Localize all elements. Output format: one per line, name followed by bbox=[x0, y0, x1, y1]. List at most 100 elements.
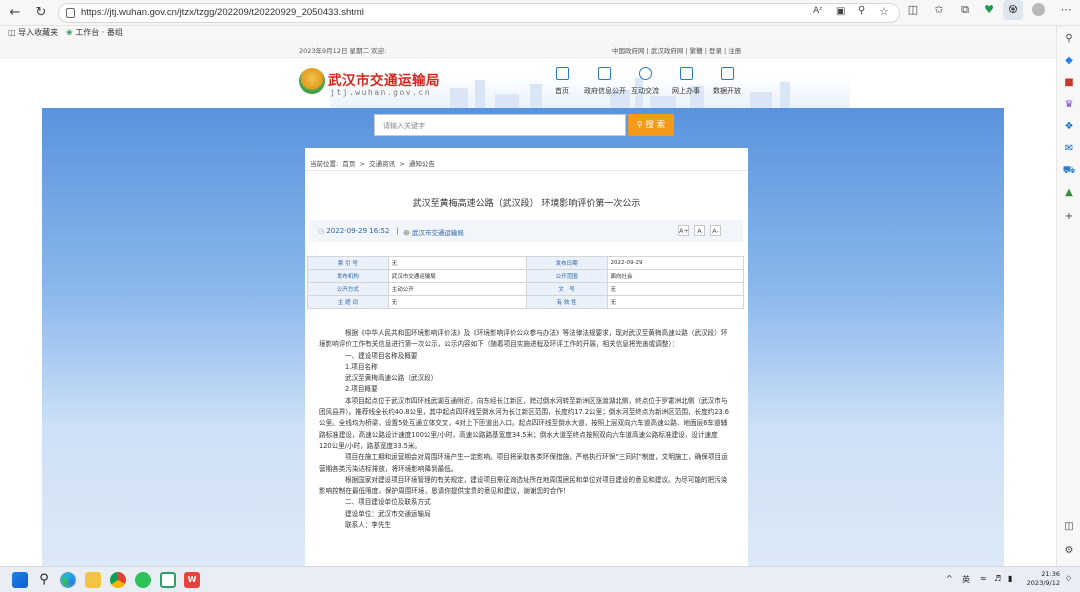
top-links[interactable]: 中国政府网 | 武汉政府网 | 繁體 | 登录 | 注册 bbox=[612, 45, 741, 55]
tray-chevron[interactable]: ^ bbox=[946, 574, 953, 583]
address-toolbar: ← ↻ https://jtj.wuhan.gov.cn/jtzx/tzgg/2… bbox=[0, 0, 1080, 26]
article-body: 根据《中华人民共和国环境影响评价法》及《环境影响评价公众参与办法》等法律法规要求… bbox=[319, 328, 729, 531]
chrome-icon[interactable] bbox=[110, 572, 126, 588]
search-icon[interactable]: ⚲ bbox=[36, 572, 52, 588]
clock-time: 21:36 bbox=[1041, 570, 1060, 578]
battery-icon[interactable]: ▮ bbox=[1008, 574, 1012, 583]
breadcrumb-notices[interactable]: 通知公告 bbox=[409, 160, 435, 168]
search-icon[interactable]: ⚲ bbox=[1062, 32, 1076, 46]
breadcrumb-home[interactable]: 首页 bbox=[342, 160, 355, 168]
leaf-icon: ❀ bbox=[66, 28, 73, 37]
edge-icon[interactable] bbox=[60, 572, 76, 588]
paragraph: 建设单位：武汉市交通运输局 bbox=[345, 509, 431, 518]
browser-essentials-icon[interactable]: ♥ bbox=[979, 0, 999, 20]
office-icon[interactable]: ❖ bbox=[1062, 120, 1076, 134]
extensions-icon[interactable]: ♼ bbox=[1003, 0, 1023, 20]
site-title[interactable]: 武汉市交通运输局 bbox=[328, 69, 440, 89]
split-screen-icon[interactable]: ◫ bbox=[903, 0, 923, 20]
data-icon bbox=[720, 67, 734, 80]
search-input[interactable]: 请输入关键字 bbox=[374, 114, 626, 136]
nav-interaction[interactable]: 互动交流 bbox=[625, 67, 665, 96]
collections-icon[interactable]: ⧉ bbox=[955, 0, 975, 20]
read-aloud-icon[interactable]: Aᶻ bbox=[813, 6, 822, 16]
file-explorer-icon[interactable] bbox=[85, 572, 101, 588]
date-greeting: 2023年9月12日 星期二 欢迎: bbox=[299, 47, 387, 55]
copilot-icon[interactable]: ◆ bbox=[1062, 54, 1076, 68]
site-domain: jtj.wuhan.gov.cn bbox=[330, 88, 432, 97]
breadcrumb-news[interactable]: 交通资讯 bbox=[369, 160, 395, 168]
nav-open-data[interactable]: 数据开放 bbox=[707, 67, 747, 96]
table-row: 索 引 号 无 发布日期 2022-09-29 bbox=[307, 256, 745, 270]
search-icon: ⚲ bbox=[636, 120, 643, 129]
browser-window: ← ↻ https://jtj.wuhan.gov.cn/jtzx/tzgg/2… bbox=[0, 0, 1080, 566]
paragraph: 二、项目建设单位及联系方式 bbox=[345, 498, 431, 507]
paragraph: 武汉至黄梅高速公路（武汉段） bbox=[345, 374, 438, 383]
font-smaller-button[interactable]: A- bbox=[710, 225, 721, 236]
add-icon[interactable]: + bbox=[1062, 210, 1076, 224]
font-larger-button[interactable]: A+ bbox=[678, 225, 689, 236]
favorites-icon[interactable]: ✩ bbox=[929, 0, 949, 20]
import-favorites-link[interactable]: ◫ 导入收藏夹 bbox=[8, 27, 58, 38]
top-info-bar: 2023年9月12日 星期二 欢迎: 中国政府网 | 武汉政府网 | 繁體 | … bbox=[0, 40, 1056, 58]
article-meta: ◷ 2022-09-29 16:52 | ☻ 武汉市交通运输局 A+ A A- bbox=[310, 220, 743, 242]
paragraph: 联系人：李先生 bbox=[345, 521, 392, 530]
info-table: 索 引 号 无 发布日期 2022-09-29 发布机构 武汉市交通运输局 公开… bbox=[307, 256, 745, 309]
lock-icon[interactable] bbox=[66, 8, 75, 18]
back-icon[interactable]: ← bbox=[6, 4, 24, 22]
publish-date: ◷ 2022-09-29 16:52 | bbox=[318, 227, 399, 235]
screenshot-tool-icon[interactable] bbox=[160, 572, 176, 588]
profile-icon[interactable] bbox=[1028, 0, 1048, 20]
notification-icon[interactable]: ◇ bbox=[1066, 574, 1071, 582]
ime-indicator[interactable]: 英 bbox=[962, 574, 970, 585]
tree-icon[interactable]: ▲ bbox=[1062, 186, 1076, 200]
paragraph: 项目在施工期和运营期会对周围环境产生一定影响。项目将采取各类环保措施，严格执行环… bbox=[319, 453, 728, 473]
paragraph: 1.项目名称 bbox=[345, 362, 378, 371]
reader-view-icon[interactable]: ▣ bbox=[836, 6, 845, 17]
home-icon bbox=[555, 67, 569, 80]
search-placeholder: 请输入关键字 bbox=[383, 122, 425, 130]
document-icon bbox=[597, 67, 611, 80]
taskbar: ⚲ W ^ 英 ≈ ♬ ▮ 21:36 2023/9/12 ◇ bbox=[0, 566, 1080, 592]
zoom-icon[interactable]: ⚲ bbox=[858, 5, 865, 16]
paragraph: 根据《中华人民共和国环境影响评价法》及《环境影响评价公众参与办法》等法律法规要求… bbox=[319, 329, 728, 349]
favorites-bar: ◫ 导入收藏夹 ❀ 工作台 · 番组 bbox=[0, 26, 1080, 40]
shopping-cart-icon[interactable]: ⛟ bbox=[1062, 164, 1076, 178]
web-page: 2023年9月12日 星期二 欢迎: 中国政府网 | 武汉政府网 | 繁體 | … bbox=[0, 40, 1056, 566]
paragraph: 本项目起点位于武汉市四环线武湖互通附近，向东经长江新区，跨过倒水河转至新洲区涨渡… bbox=[319, 396, 729, 450]
workspace-link[interactable]: ❀ 工作台 · 番组 bbox=[66, 27, 123, 38]
table-row: 主 题 词 无 有 效 性 无 bbox=[307, 295, 745, 309]
clock-date: 2023/9/12 bbox=[1026, 579, 1060, 587]
address-bar[interactable]: https://jtj.wuhan.gov.cn/jtzx/tzgg/20220… bbox=[58, 3, 900, 23]
settings-icon[interactable]: ⚙ bbox=[1062, 544, 1076, 558]
nav-online-service[interactable]: 网上办事 bbox=[666, 67, 706, 96]
table-row: 发布机构 武汉市交通运输局 公开范围 面向社会 bbox=[307, 269, 745, 283]
tools-icon[interactable]: ♛ bbox=[1062, 98, 1076, 112]
windows-start-icon[interactable] bbox=[12, 572, 28, 588]
divider bbox=[305, 170, 748, 171]
sidebar-panel-icon[interactable]: ◫ bbox=[1062, 520, 1076, 534]
user-icon: ☻ bbox=[403, 229, 410, 237]
clock[interactable]: 21:36 2023/9/12 bbox=[1026, 570, 1060, 588]
url-text: https://jtj.wuhan.gov.cn/jtzx/tzgg/20220… bbox=[81, 7, 364, 18]
search-button[interactable]: ⚲ 搜 索 bbox=[628, 114, 674, 136]
edge-sidebar: ⚲ ◆ ■ ♛ ❖ ✉ ⛟ ▲ + ◫ ⚙ bbox=[1056, 26, 1080, 566]
table-row: 公开方式 主动公开 文 号 无 bbox=[307, 282, 745, 296]
wechat-icon[interactable] bbox=[135, 572, 151, 588]
refresh-icon[interactable]: ↻ bbox=[32, 4, 50, 22]
site-header: 武汉市交通运输局 jtj.wuhan.gov.cn 首页 政府信息公开 互动交流… bbox=[0, 58, 1056, 108]
volume-icon[interactable]: ♬ bbox=[994, 574, 1001, 583]
shopping-icon[interactable]: ■ bbox=[1062, 76, 1076, 90]
chat-icon bbox=[638, 67, 652, 80]
wifi-icon[interactable]: ≈ bbox=[980, 574, 987, 583]
nav-gov-info[interactable]: 政府信息公开 bbox=[584, 67, 626, 96]
wps-icon[interactable]: W bbox=[184, 572, 200, 588]
nav-home[interactable]: 首页 bbox=[542, 67, 582, 96]
more-icon[interactable]: ⋯ bbox=[1056, 0, 1076, 20]
paragraph: 2.项目概要 bbox=[345, 385, 378, 394]
article-title: 武汉至黄梅高速公路（武汉段） 环境影响评价第一次公示 bbox=[412, 199, 641, 209]
government-emblem-icon bbox=[299, 68, 325, 94]
article-source: ☻ 武汉市交通运输局 bbox=[403, 229, 464, 237]
outlook-icon[interactable]: ✉ bbox=[1062, 142, 1076, 156]
font-normal-button[interactable]: A bbox=[694, 225, 705, 236]
favorite-star-icon[interactable]: ☆ bbox=[879, 5, 889, 18]
